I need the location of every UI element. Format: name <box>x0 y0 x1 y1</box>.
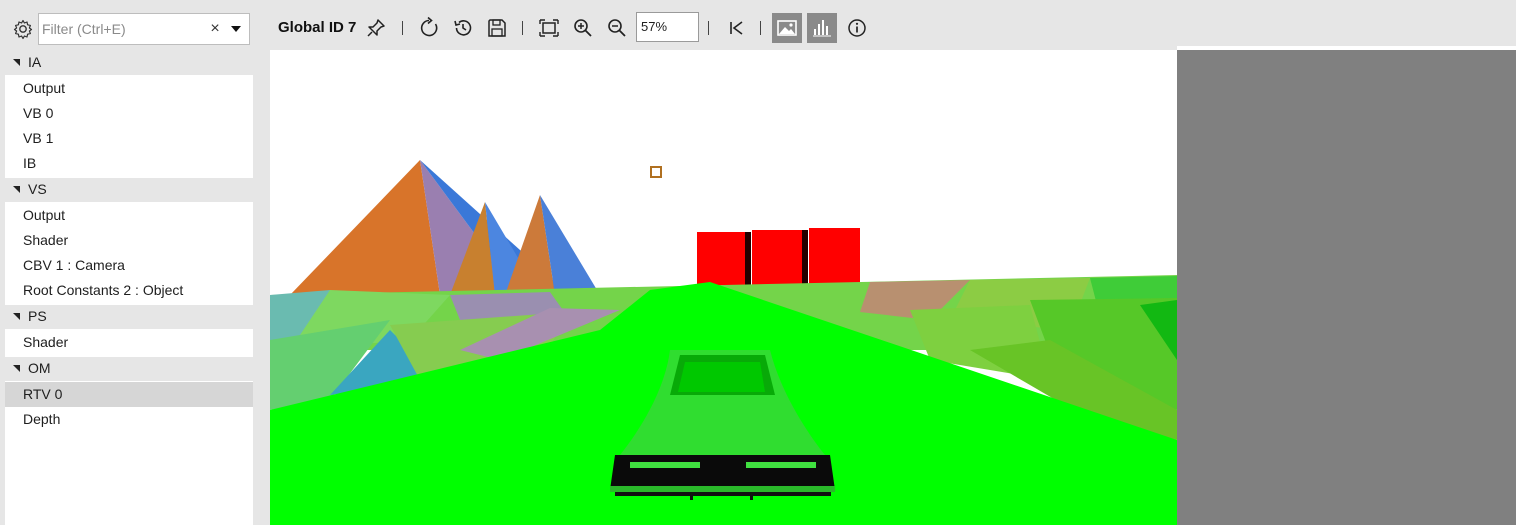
first-frame-icon[interactable] <box>724 16 748 40</box>
texture-viewport <box>264 46 1516 525</box>
tree-group-ps[interactable]: PS <box>5 305 253 329</box>
settings-gear-icon[interactable] <box>12 18 34 40</box>
tree-item-label: Depth <box>23 411 61 427</box>
clear-filter-icon[interactable]: × <box>207 19 223 39</box>
zoom-in-icon[interactable] <box>571 16 595 40</box>
tree-item[interactable]: VB 1 <box>5 126 253 151</box>
render-target-image[interactable] <box>270 50 1177 525</box>
tree-item-label: Root Constants 2 : Object <box>23 282 184 298</box>
expand-triangle-icon[interactable] <box>13 313 20 320</box>
tree-item[interactable]: IB <box>5 151 253 176</box>
filter-field: × <box>38 13 250 45</box>
tree-item-label: CBV 1 : Camera <box>23 257 125 273</box>
fit-icon[interactable] <box>537 16 561 40</box>
tree-group-label: IA <box>28 54 42 70</box>
expand-triangle-icon[interactable] <box>13 365 20 372</box>
filter-bar: × <box>0 10 256 50</box>
pipeline-tree: IA Output VB 0 VB 1 IB VS Output Shader CBV 1 : … <box>5 51 253 525</box>
tree-group-vs[interactable]: VS <box>5 178 253 202</box>
zoom-level-value: 57% <box>641 19 668 34</box>
tree-group-om[interactable]: OM <box>5 357 253 381</box>
filter-input[interactable] <box>42 19 202 39</box>
tree-item[interactable]: CBV 1 : Camera <box>5 253 253 278</box>
toolbar-separator <box>402 21 403 35</box>
history-icon[interactable] <box>451 16 475 40</box>
tree-item[interactable]: Shader <box>5 228 253 253</box>
info-icon[interactable] <box>845 16 869 40</box>
tree-group-label: VS <box>28 181 47 197</box>
refresh-icon[interactable] <box>417 16 441 40</box>
window-top-strip <box>0 0 1516 10</box>
tree-item[interactable]: Root Constants 2 : Object <box>5 278 253 303</box>
filter-dropdown-chevron-icon[interactable] <box>231 26 241 32</box>
zoom-level-field[interactable]: 57% <box>636 12 699 42</box>
tree-item[interactable]: Shader <box>5 330 253 355</box>
tree-item-label: VB 0 <box>23 105 54 121</box>
histogram-icon[interactable] <box>807 13 837 43</box>
outside-image-area <box>1177 50 1516 525</box>
zoom-out-icon[interactable] <box>605 16 629 40</box>
tree-item[interactable]: VB 0 <box>5 101 253 126</box>
tree-item[interactable]: Output <box>5 76 253 101</box>
tree-group-ia[interactable]: IA <box>5 51 253 75</box>
tree-item-label: Output <box>23 80 66 96</box>
toolbar-separator <box>708 21 709 35</box>
tree-item[interactable]: Depth <box>5 407 253 432</box>
tree-item[interactable]: Output <box>5 203 253 228</box>
save-icon[interactable] <box>485 16 509 40</box>
resource-toolbar: Global ID 7 57% <box>264 10 1516 46</box>
tree-item-label: Shader <box>23 334 69 350</box>
resource-title: Global ID 7 <box>278 19 357 36</box>
tree-item-label: Shader <box>23 232 69 248</box>
expand-triangle-icon[interactable] <box>13 186 20 193</box>
tree-item-label: VB 1 <box>23 130 54 146</box>
tree-item[interactable]: RTV 0 <box>5 382 253 407</box>
image-view-icon[interactable] <box>772 13 802 43</box>
pipeline-tree-panel: × IA Output VB 0 VB 1 IB VS Output Shader CBV 1 … <box>0 10 256 525</box>
tree-item-label: RTV 0 <box>23 386 63 402</box>
pin-icon[interactable] <box>364 16 388 40</box>
tree-group-label: PS <box>28 308 47 324</box>
toolbar-separator <box>760 21 761 35</box>
tree-item-label: Output <box>23 207 66 223</box>
toolbar-separator <box>522 21 523 35</box>
expand-triangle-icon[interactable] <box>13 59 20 66</box>
tree-item-label: IB <box>23 155 37 171</box>
tree-group-label: OM <box>28 360 51 376</box>
